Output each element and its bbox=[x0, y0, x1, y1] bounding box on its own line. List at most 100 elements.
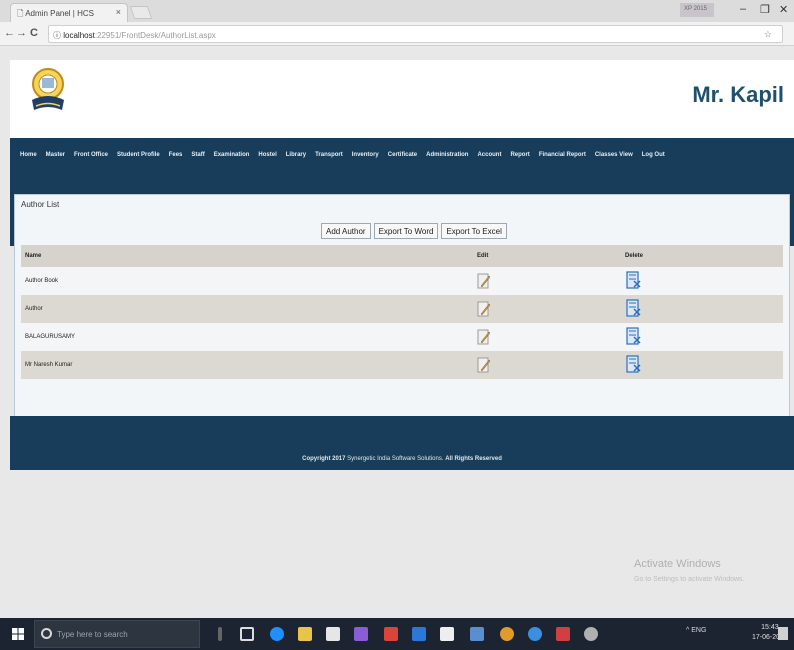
menu-item[interactable]: Classes View bbox=[595, 152, 633, 158]
menu-item[interactable]: Student Profile bbox=[117, 152, 160, 158]
column-header-edit: Edit bbox=[473, 245, 621, 267]
copyright-lead: Copyright 2017 bbox=[302, 456, 346, 462]
delete-icon[interactable] bbox=[625, 327, 641, 345]
app-icon-white[interactable] bbox=[440, 627, 454, 641]
reload-icon[interactable]: C bbox=[30, 27, 38, 39]
export-to-excel-button[interactable]: Export To Excel bbox=[441, 223, 507, 239]
delete-cell bbox=[621, 267, 783, 295]
forward-icon[interactable]: → bbox=[16, 27, 27, 39]
activate-windows-title: Activate Windows bbox=[634, 558, 721, 570]
notification-icon[interactable] bbox=[778, 627, 788, 640]
edit-icon[interactable] bbox=[477, 301, 491, 317]
address-bar-row: ← → C ⓘ localhost:22951/FrontDesk/Author… bbox=[0, 22, 794, 46]
menu-item[interactable]: Report bbox=[510, 152, 529, 158]
close-window-icon[interactable]: ✕ bbox=[779, 3, 788, 16]
app-icon-red[interactable] bbox=[556, 627, 570, 641]
filezilla-icon[interactable] bbox=[384, 627, 398, 641]
mic-icon[interactable] bbox=[218, 627, 222, 641]
menu-item[interactable]: Front Office bbox=[74, 152, 108, 158]
delete-cell bbox=[621, 323, 783, 351]
back-icon[interactable]: ← bbox=[4, 27, 15, 39]
edit-icon[interactable] bbox=[477, 329, 491, 345]
menu-item[interactable]: Home bbox=[20, 152, 37, 158]
task-view-icon[interactable] bbox=[240, 627, 254, 641]
column-header-name: Name bbox=[21, 245, 473, 267]
url-input[interactable]: ⓘ localhost:22951/FrontDesk/AuthorList.a… bbox=[48, 25, 783, 43]
menu-item[interactable]: Administration bbox=[426, 152, 468, 158]
windows-start-icon[interactable] bbox=[12, 628, 24, 640]
menu-item[interactable]: Library bbox=[286, 152, 306, 158]
menu-item[interactable]: Transport bbox=[315, 152, 343, 158]
menu-item[interactable]: Fees bbox=[169, 152, 183, 158]
edit-icon[interactable] bbox=[477, 273, 491, 289]
export-to-word-button[interactable]: Export To Word bbox=[373, 223, 439, 239]
logged-in-user: Mr. Kapil bbox=[692, 82, 784, 107]
menu-item[interactable]: Certificate bbox=[388, 152, 417, 158]
browser-tab[interactable]: 🗋 Admin Panel | HCS × bbox=[10, 3, 128, 22]
table-header-row: Name Edit Delete bbox=[21, 245, 783, 267]
delete-icon[interactable] bbox=[625, 355, 641, 373]
action-buttons: Add Author Export To Word Export To Exce… bbox=[321, 223, 507, 239]
maximize-icon[interactable]: ❐ bbox=[760, 3, 770, 16]
table-row: Author Book bbox=[21, 267, 783, 295]
edit-cell bbox=[473, 323, 621, 351]
new-tab-button[interactable] bbox=[129, 6, 153, 19]
browser-tab-bar: 🗋 Admin Panel | HCS × XP 2015 – ❐ ✕ bbox=[0, 0, 794, 22]
delete-icon[interactable] bbox=[625, 271, 641, 289]
table-row: BALAGURUSAMY bbox=[21, 323, 783, 351]
author-name-cell: Mr Naresh Kumar bbox=[21, 351, 473, 379]
delete-cell bbox=[621, 351, 783, 379]
bookmark-star-icon[interactable]: ☆ bbox=[764, 29, 772, 40]
window-badge: XP 2015 bbox=[680, 3, 714, 17]
cortana-icon bbox=[41, 628, 52, 639]
author-table: Name Edit Delete Author Book Author BALAGU… bbox=[21, 245, 783, 379]
menu-item[interactable]: Account bbox=[477, 152, 501, 158]
taskbar-search-placeholder: Type here to search bbox=[57, 630, 128, 639]
app-icon-orange[interactable] bbox=[500, 627, 514, 641]
tab-title: Admin Panel | HCS bbox=[25, 9, 94, 18]
page-header: Mr. Kapil bbox=[10, 60, 794, 138]
tab-close-icon[interactable]: × bbox=[116, 7, 121, 17]
copyright-company: Synergetic India Software Solutions. bbox=[347, 456, 444, 462]
delete-cell bbox=[621, 295, 783, 323]
minimize-icon[interactable]: – bbox=[740, 3, 746, 15]
school-logo-icon bbox=[32, 68, 64, 110]
add-author-button[interactable]: Add Author bbox=[321, 223, 371, 239]
menu-item[interactable]: Staff bbox=[191, 152, 204, 158]
edit-icon[interactable] bbox=[477, 357, 491, 373]
taskbar: Type here to search ^ ENG 15:43 17-06-20… bbox=[0, 618, 794, 650]
table-row: Mr Naresh Kumar bbox=[21, 351, 783, 379]
site-info-icon[interactable]: ⓘ bbox=[53, 31, 61, 40]
copyright-text: Copyright 2017 Synergetic India Software… bbox=[10, 456, 794, 462]
delete-icon[interactable] bbox=[625, 299, 641, 317]
author-list-panel: Author List Add Author Export To Word Ex… bbox=[14, 194, 790, 426]
menu-item[interactable]: Financial Report bbox=[539, 152, 586, 158]
file-explorer-icon[interactable] bbox=[298, 627, 312, 641]
author-name-cell: Author bbox=[21, 295, 473, 323]
app-icon-blue[interactable] bbox=[412, 627, 426, 641]
edge-browser-icon[interactable] bbox=[270, 627, 284, 641]
panel-title: Author List bbox=[21, 200, 60, 209]
menu-item[interactable]: Hostel bbox=[258, 152, 276, 158]
visual-studio-icon[interactable] bbox=[354, 627, 368, 641]
app-icon-grey[interactable] bbox=[584, 627, 598, 641]
edit-cell bbox=[473, 295, 621, 323]
menu-item[interactable]: Log Out bbox=[642, 152, 665, 158]
copyright-tail: All Rights Reserved bbox=[445, 456, 502, 462]
taskbar-search-input[interactable]: Type here to search bbox=[34, 620, 200, 648]
store-icon[interactable] bbox=[326, 627, 340, 641]
menu-item[interactable]: Master bbox=[46, 152, 65, 158]
web-page: Mr. Kapil Home Master Front Office Student … bbox=[10, 60, 794, 470]
edit-cell bbox=[473, 267, 621, 295]
column-header-delete: Delete bbox=[621, 245, 783, 267]
menu-item[interactable]: Examination bbox=[214, 152, 250, 158]
system-tray[interactable]: ^ ENG bbox=[686, 627, 706, 634]
chrome-icon[interactable] bbox=[528, 627, 542, 641]
url-path: :22951/FrontDesk/AuthorList.aspx bbox=[94, 31, 216, 40]
edit-cell bbox=[473, 351, 621, 379]
author-name-cell: BALAGURUSAMY bbox=[21, 323, 473, 351]
table-row: Author bbox=[21, 295, 783, 323]
url-host: localhost bbox=[63, 31, 95, 40]
menu-item[interactable]: Inventory bbox=[352, 152, 379, 158]
app-icon-folder[interactable] bbox=[470, 627, 484, 641]
